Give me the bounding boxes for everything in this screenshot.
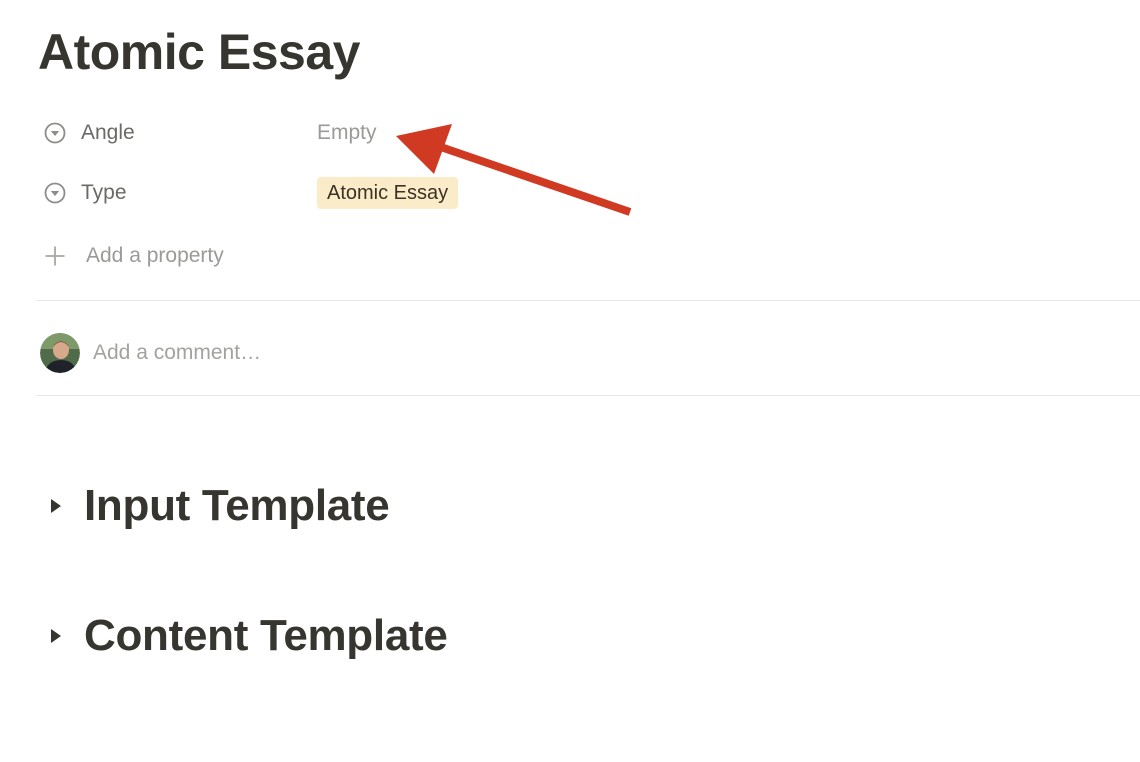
page: Atomic Essay Angle Empty Type Atomic Ess… <box>0 0 1140 762</box>
select-property-icon <box>44 122 66 144</box>
divider <box>36 300 1140 301</box>
property-name-angle[interactable]: Angle <box>81 121 135 145</box>
add-property-button[interactable]: Add a property <box>44 236 344 276</box>
avatar <box>40 333 80 373</box>
heading-content-template[interactable]: Content Template <box>84 611 448 661</box>
plus-icon <box>44 245 66 267</box>
select-property-icon <box>44 182 66 204</box>
comment-input[interactable]: Add a comment… <box>93 341 261 365</box>
toggle-heading-input-template[interactable]: Input Template <box>46 476 546 536</box>
toggle-arrow-right-icon[interactable] <box>46 496 66 516</box>
add-property-label: Add a property <box>86 244 224 267</box>
toggle-arrow-right-icon[interactable] <box>46 626 66 646</box>
comment-row[interactable]: Add a comment… <box>40 332 640 374</box>
divider <box>36 395 1140 396</box>
toggle-heading-content-template[interactable]: Content Template <box>46 606 606 666</box>
heading-input-template[interactable]: Input Template <box>84 481 390 531</box>
property-value-angle[interactable]: Empty <box>317 121 377 145</box>
page-title[interactable]: Atomic Essay <box>38 20 360 84</box>
property-name-type[interactable]: Type <box>81 181 127 205</box>
annotation-arrow-icon <box>396 124 632 216</box>
